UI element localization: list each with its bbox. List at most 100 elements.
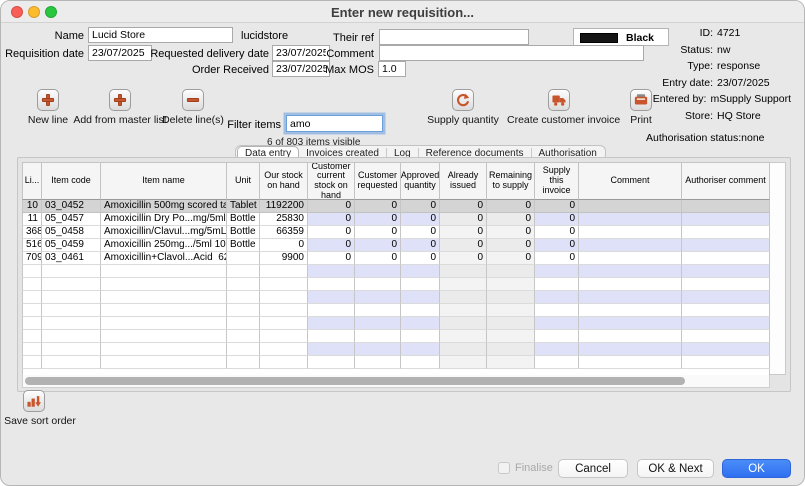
cell-cust_requested[interactable] [355, 356, 401, 369]
max-mos-input[interactable] [378, 61, 406, 77]
cell-approved[interactable] [401, 291, 440, 304]
column-header-approved[interactable]: Approved quantity [401, 163, 440, 200]
print-button[interactable] [630, 89, 652, 111]
table-row[interactable]: 1003_0452Amoxicillin 500mg scored tabTab… [22, 200, 770, 213]
column-header-cust_stock[interactable]: Customer current stock on hand [308, 163, 355, 200]
column-header-cust_requested[interactable]: Customer requested [355, 163, 401, 200]
cell-auth_comment[interactable] [682, 330, 770, 343]
cell-cust_requested[interactable]: 0 [355, 200, 401, 213]
cell-approved[interactable] [401, 317, 440, 330]
column-header-auth_comment[interactable]: Authoriser comment [682, 163, 770, 200]
name-input[interactable] [88, 27, 233, 43]
finalise-checkbox[interactable] [498, 462, 510, 474]
cell-cust_stock[interactable]: 0 [308, 239, 355, 252]
cell-approved[interactable] [401, 343, 440, 356]
create-customer-invoice-button[interactable] [548, 89, 570, 111]
cell-supply[interactable]: 0 [535, 239, 579, 252]
cell-auth_comment[interactable] [682, 304, 770, 317]
delete-lines-button[interactable] [182, 89, 204, 111]
column-header-unit[interactable]: Unit [227, 163, 260, 200]
cell-supply[interactable] [535, 278, 579, 291]
cell-auth_comment[interactable] [682, 317, 770, 330]
cell-approved[interactable]: 0 [401, 200, 440, 213]
cell-approved[interactable] [401, 356, 440, 369]
cell-cust_requested[interactable] [355, 291, 401, 304]
column-header-supply[interactable]: Supply this invoice [535, 163, 579, 200]
cell-comment[interactable] [579, 330, 682, 343]
cell-approved[interactable] [401, 265, 440, 278]
horizontal-scrollbar-thumb[interactable] [25, 377, 685, 385]
cell-comment[interactable] [579, 278, 682, 291]
cell-cust_stock[interactable]: 0 [308, 213, 355, 226]
table-row-empty[interactable] [22, 317, 770, 330]
column-header-remaining[interactable]: Remaining to supply [487, 163, 535, 200]
cell-approved[interactable] [401, 330, 440, 343]
cell-cust_requested[interactable]: 0 [355, 252, 401, 265]
column-header-our_stock[interactable]: Our stock on hand [260, 163, 308, 200]
their-ref-input[interactable] [379, 29, 529, 45]
column-header-comment[interactable]: Comment [579, 163, 682, 200]
cell-auth_comment[interactable] [682, 265, 770, 278]
table-row-empty[interactable] [22, 304, 770, 317]
supply-quantity-button[interactable] [452, 89, 474, 111]
cell-cust_stock[interactable]: 0 [308, 200, 355, 213]
cell-cust_requested[interactable] [355, 317, 401, 330]
new-line-button[interactable] [37, 89, 59, 111]
cell-comment[interactable] [579, 343, 682, 356]
table-row-empty[interactable] [22, 343, 770, 356]
vertical-scrollbar[interactable] [770, 162, 786, 375]
cell-cust_stock[interactable] [308, 330, 355, 343]
save-sort-order-button[interactable] [23, 390, 45, 412]
table-row-empty[interactable] [22, 291, 770, 304]
cell-supply[interactable] [535, 265, 579, 278]
column-header-already_issued[interactable]: Already issued [440, 163, 487, 200]
cell-comment[interactable] [579, 304, 682, 317]
cell-auth_comment[interactable] [682, 200, 770, 213]
cell-auth_comment[interactable] [682, 343, 770, 356]
cell-auth_comment[interactable] [682, 252, 770, 265]
cell-cust_stock[interactable] [308, 356, 355, 369]
cell-cust_stock[interactable]: 0 [308, 252, 355, 265]
cell-cust_requested[interactable]: 0 [355, 226, 401, 239]
filter-items-input[interactable] [286, 115, 383, 132]
cell-cust_stock[interactable] [308, 278, 355, 291]
cell-comment[interactable] [579, 265, 682, 278]
cell-supply[interactable]: 0 [535, 252, 579, 265]
column-header-name[interactable]: Item name [101, 163, 227, 200]
cell-approved[interactable] [401, 278, 440, 291]
cell-comment[interactable] [579, 226, 682, 239]
cell-supply[interactable] [535, 317, 579, 330]
cell-supply[interactable]: 0 [535, 200, 579, 213]
cell-auth_comment[interactable] [682, 239, 770, 252]
cell-cust_requested[interactable] [355, 304, 401, 317]
cell-cust_stock[interactable] [308, 265, 355, 278]
cell-auth_comment[interactable] [682, 356, 770, 369]
cell-auth_comment[interactable] [682, 226, 770, 239]
cell-cust_requested[interactable]: 0 [355, 239, 401, 252]
add-from-master-list-button[interactable] [109, 89, 131, 111]
cell-comment[interactable] [579, 239, 682, 252]
cell-cust_stock[interactable] [308, 291, 355, 304]
cell-approved[interactable]: 0 [401, 226, 440, 239]
cell-cust_stock[interactable] [308, 317, 355, 330]
cell-cust_requested[interactable] [355, 278, 401, 291]
cell-approved[interactable] [401, 304, 440, 317]
cell-supply[interactable]: 0 [535, 226, 579, 239]
cancel-button[interactable]: Cancel [558, 459, 628, 478]
ok-next-button[interactable]: OK & Next [637, 459, 714, 478]
table-row-empty[interactable] [22, 330, 770, 343]
cell-approved[interactable]: 0 [401, 239, 440, 252]
ok-button[interactable]: OK [722, 459, 791, 478]
cell-supply[interactable]: 0 [535, 213, 579, 226]
cell-comment[interactable] [579, 200, 682, 213]
cell-supply[interactable] [535, 330, 579, 343]
cell-approved[interactable]: 0 [401, 213, 440, 226]
cell-auth_comment[interactable] [682, 291, 770, 304]
table-row[interactable]: 1105_0457Amoxicillin Dry Po...mg/5ml Bot… [22, 213, 770, 226]
table-row[interactable]: 51605_0459Amoxicillin 250mg.../5ml 100 m… [22, 239, 770, 252]
table-row-empty[interactable] [22, 265, 770, 278]
cell-approved[interactable]: 0 [401, 252, 440, 265]
cell-supply[interactable] [535, 343, 579, 356]
cell-cust_requested[interactable]: 0 [355, 213, 401, 226]
cell-cust_requested[interactable] [355, 343, 401, 356]
